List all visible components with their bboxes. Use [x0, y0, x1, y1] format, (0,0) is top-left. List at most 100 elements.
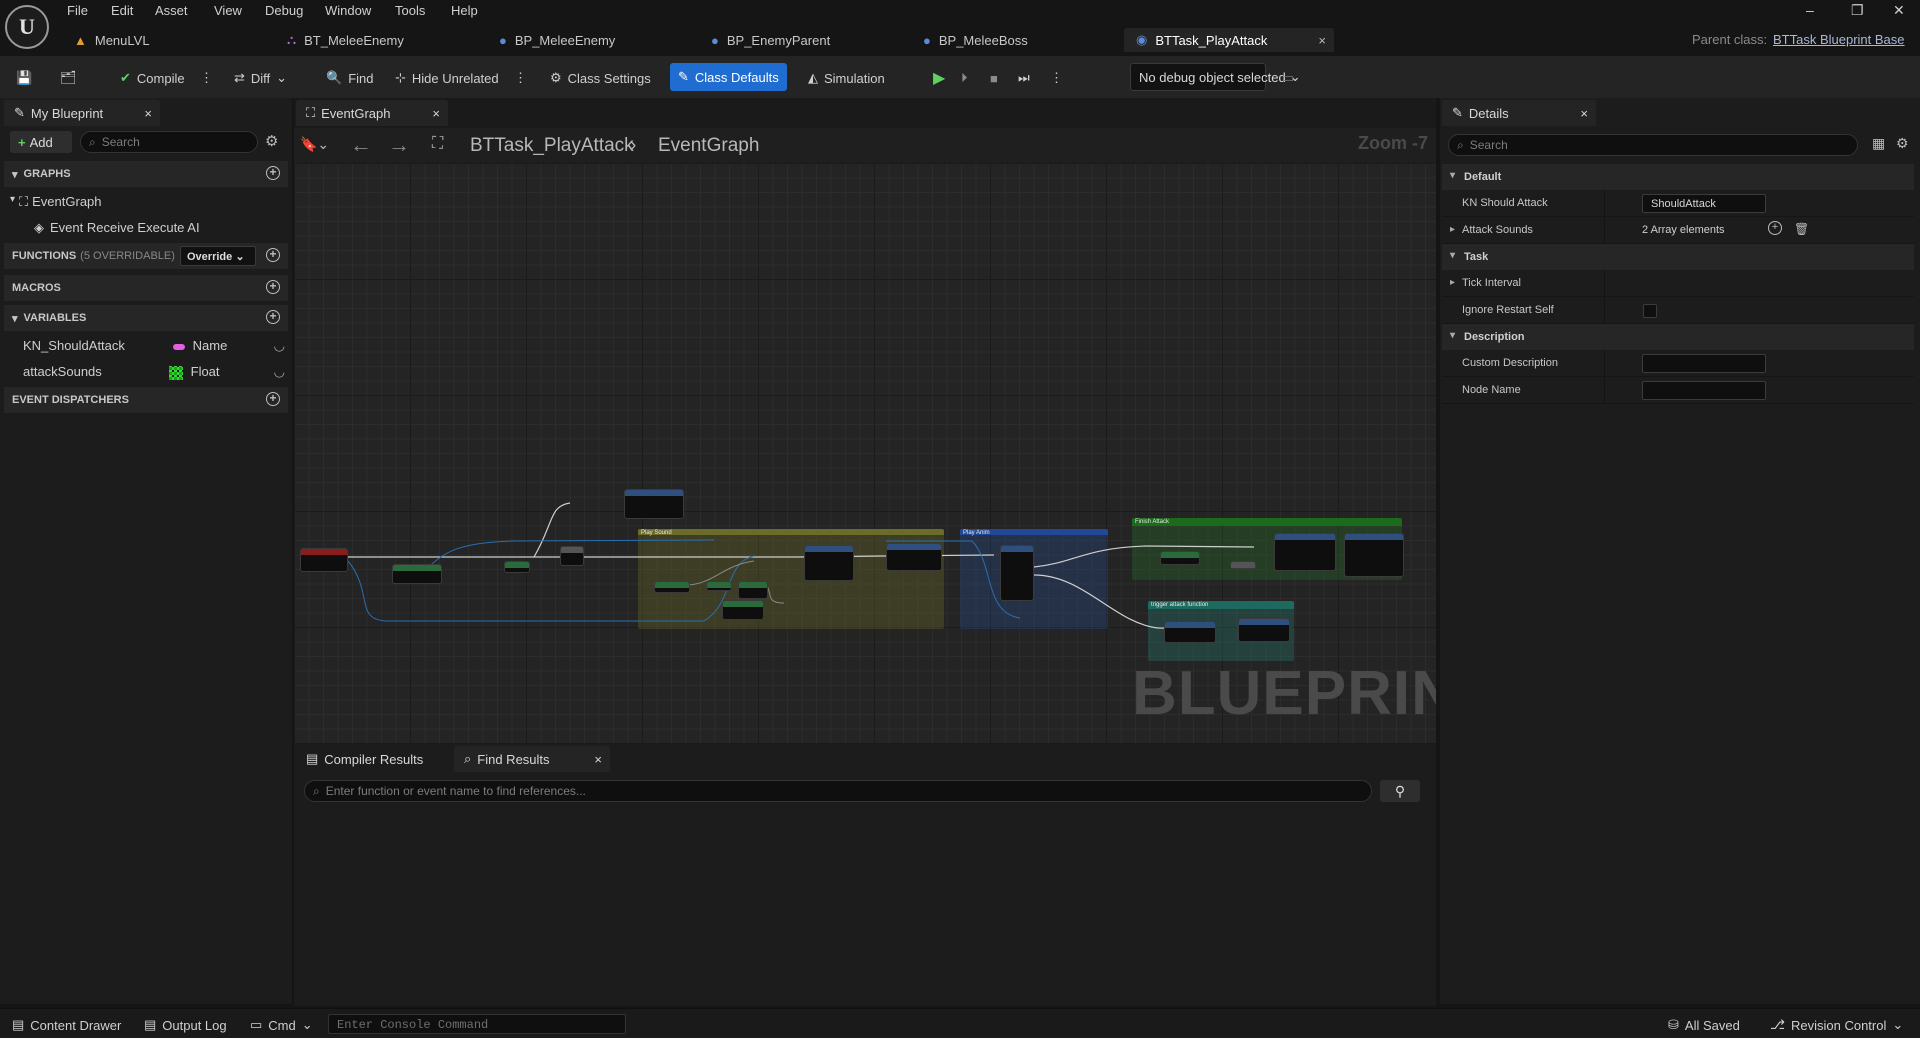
visibility-eye-icon[interactable]: ◡ [274, 364, 285, 380]
console-command-input[interactable]: Enter Console Command [328, 1014, 626, 1034]
hide-unrelated-button[interactable]: ⊹ Hide Unrelated [389, 67, 505, 89]
node[interactable] [504, 561, 530, 573]
variable-type[interactable]: Name [173, 338, 227, 353]
settings-gear-icon[interactable]: ⚙ [265, 132, 278, 150]
menu-window[interactable]: Window [325, 3, 371, 18]
tab-menulvl[interactable]: ▲ MenuLVL [62, 28, 262, 52]
find-button[interactable]: 🔍 Find [320, 67, 379, 89]
override-dropdown[interactable]: Override ⌄ [180, 246, 256, 266]
restore-icon[interactable]: ❐ [1851, 2, 1864, 19]
details-search[interactable]: ⌕ Search [1448, 134, 1858, 156]
debug-object-dropdown[interactable]: No debug object selected ⌄ [1130, 63, 1301, 91]
play-icon[interactable]: ▶ [933, 67, 945, 89]
find-results-tab[interactable]: ⌕ Find Results × [454, 746, 610, 772]
close-icon[interactable]: × [144, 106, 152, 121]
node[interactable] [738, 581, 768, 599]
hide-options-icon[interactable]: ⋮ [514, 67, 527, 89]
breadcrumb-leaf[interactable]: EventGraph [658, 135, 759, 157]
all-saved-button[interactable]: ⛁ All Saved [1668, 1017, 1740, 1033]
tab-bp-enemyparent[interactable]: ● BP_EnemyParent [699, 28, 899, 52]
tab-bp-meleeenemy[interactable]: ● BP_MeleeEnemy [487, 28, 687, 52]
save-icon[interactable]: 💾 [16, 67, 32, 89]
settings-gear-icon[interactable]: ⚙ [1896, 135, 1909, 152]
menu-help[interactable]: Help [451, 3, 478, 18]
compile-options-icon[interactable]: ⋮ [200, 67, 213, 89]
details-task-section[interactable]: ▾ Task [1442, 244, 1914, 270]
tab-bt-meleeenemy[interactable]: ⛬ BT_MeleeEnemy [275, 28, 475, 52]
variable-row[interactable]: attackSounds Float ◡ [23, 364, 285, 380]
functions-section[interactable]: FUNCTIONS (5 OVERRIDABLE) Override ⌄ + [4, 243, 288, 269]
add-graph-icon[interactable]: + [266, 166, 280, 180]
revision-control-button[interactable]: ⎇ Revision Control ⌄ [1770, 1017, 1903, 1033]
event-receive-execute-item[interactable]: ◈ Event Receive Execute AI [34, 220, 200, 236]
menu-file[interactable]: File [67, 3, 88, 18]
node[interactable] [1160, 551, 1200, 565]
eject-icon[interactable]: ⏭ [1018, 67, 1030, 89]
event-graph-item[interactable]: ▾ ⛶ EventGraph [10, 194, 102, 210]
node[interactable] [886, 543, 942, 571]
play-options-icon[interactable]: ⋮ [1050, 67, 1063, 89]
variable-type[interactable]: Float [169, 364, 220, 380]
debug-filter-icon[interactable]: ▭ [1282, 67, 1294, 89]
diff-button[interactable]: ⇄ Diff ⌄ [228, 67, 293, 89]
menu-edit[interactable]: Edit [111, 3, 133, 18]
stop-icon[interactable]: ■ [990, 67, 998, 89]
forward-arrow-icon[interactable]: → [388, 132, 410, 158]
add-variable-icon[interactable]: + [266, 310, 280, 324]
close-icon[interactable]: × [1318, 33, 1326, 48]
node[interactable] [560, 546, 584, 566]
node[interactable] [1000, 545, 1034, 601]
chevron-right-icon[interactable]: ▸ [1450, 277, 1455, 288]
node[interactable] [1344, 533, 1404, 577]
menu-tools[interactable]: Tools [395, 3, 425, 18]
class-settings-button[interactable]: ⚙ Class Settings [544, 67, 657, 89]
bookmark-icon[interactable]: 🔖⌄ [300, 136, 329, 153]
node[interactable] [654, 581, 690, 593]
node[interactable] [392, 564, 442, 584]
menu-debug[interactable]: Debug [265, 3, 303, 18]
add-macro-icon[interactable]: + [266, 280, 280, 294]
compile-button[interactable]: ✔ Compile [114, 67, 191, 89]
output-log-button[interactable]: ▤ Output Log [144, 1017, 227, 1033]
macros-section[interactable]: MACROS + [4, 275, 288, 301]
node[interactable] [722, 600, 764, 620]
content-drawer-button[interactable]: ▤ Content Drawer [12, 1017, 121, 1033]
add-function-icon[interactable]: + [266, 248, 280, 262]
menu-asset[interactable]: Asset [155, 3, 188, 18]
event-graph-tab[interactable]: ⛶ EventGraph × [296, 100, 448, 126]
close-window-icon[interactable]: ✕ [1893, 2, 1905, 19]
my-blueprint-search[interactable]: ⌕ Search [80, 131, 258, 153]
variable-row[interactable]: KN_ShouldAttack Name ◡ [23, 338, 285, 353]
back-arrow-icon[interactable]: ← [350, 132, 372, 158]
close-icon[interactable]: × [594, 752, 602, 767]
my-blueprint-tab[interactable]: ✎ My Blueprint × [4, 100, 160, 126]
node[interactable] [1164, 621, 1216, 643]
simulation-button[interactable]: ◭ Simulation [802, 67, 891, 89]
binoculars-icon[interactable]: ⚲ [1380, 780, 1420, 802]
find-references-input[interactable]: ⌕ Enter function or event name to find r… [304, 780, 1372, 802]
graph-canvas[interactable]: Play Sound Play Anim Finish Attack trigg… [294, 163, 1436, 743]
tab-bp-meleeboss[interactable]: ● BP_MeleeBoss [911, 28, 1111, 52]
details-tab[interactable]: ✎ Details × [1442, 100, 1596, 126]
details-default-section[interactable]: ▾ Default [1442, 164, 1914, 190]
step-icon[interactable]: ⏵ [961, 67, 968, 89]
variables-section[interactable]: ▾ VARIABLES + [4, 305, 288, 331]
parent-class-link[interactable]: BTTask Blueprint Base [1773, 32, 1905, 47]
node[interactable] [706, 581, 732, 591]
visibility-eye-icon[interactable]: ◡ [274, 338, 285, 354]
event-node[interactable] [300, 548, 348, 572]
breadcrumb-root[interactable]: BTTask_PlayAttack [470, 135, 634, 157]
node[interactable] [624, 489, 684, 519]
table-view-icon[interactable]: ▦ [1872, 135, 1885, 152]
minimize-icon[interactable]: – [1806, 2, 1814, 18]
add-button[interactable]: + Add [10, 131, 72, 153]
ignore-restart-checkbox[interactable] [1643, 304, 1657, 318]
node[interactable] [804, 545, 854, 581]
node[interactable] [1230, 561, 1256, 569]
class-defaults-button[interactable]: ✎ Class Defaults [670, 63, 787, 91]
add-dispatcher-icon[interactable]: + [266, 392, 280, 406]
close-icon[interactable]: × [1580, 106, 1588, 121]
tab-bttask-playattack[interactable]: ◉ BTTask_PlayAttack × [1124, 28, 1334, 52]
details-description-section[interactable]: ▾ Description [1442, 324, 1914, 350]
node-name-field[interactable] [1642, 381, 1766, 400]
